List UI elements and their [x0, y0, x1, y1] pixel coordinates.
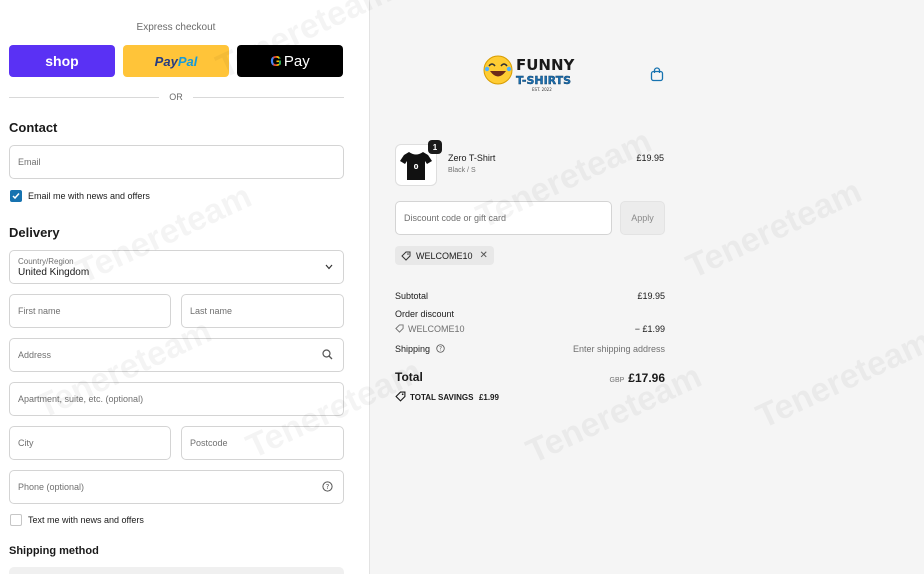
logo-est: EST. 2022: [532, 87, 552, 92]
subtotal-label: Subtotal: [395, 291, 429, 301]
savings-label: TOTAL SAVINGS: [410, 393, 474, 402]
address-field[interactable]: Address: [9, 338, 344, 372]
text-news-label: Text me with news and offers: [28, 515, 144, 525]
shipping-label: Shipping: [395, 344, 431, 354]
shipping-method-box: [9, 567, 344, 574]
first-name-field[interactable]: First name: [9, 294, 171, 328]
tag-icon: [401, 251, 411, 261]
total-currency: GBP: [609, 377, 625, 384]
divider-line-left: [9, 97, 159, 98]
phone-field[interactable]: Phone (optional) ?: [9, 470, 344, 504]
text-news-checkbox[interactable]: [10, 514, 22, 526]
apartment-field[interactable]: Apartment, suite, etc. (optional): [9, 382, 344, 416]
shipping-row: Shipping ? Enter shipping address: [395, 344, 665, 354]
tshirt-print: 0: [414, 163, 419, 171]
quantity-badge: 1: [428, 140, 442, 154]
discount-placeholder: Discount code or gift card: [404, 213, 507, 223]
city-field[interactable]: City: [9, 426, 171, 460]
discount-code-row: WELCOME10 − £1.99: [395, 324, 665, 334]
email-placeholder: Email: [18, 157, 41, 167]
or-label: OR: [169, 92, 183, 102]
shopping-bag-icon[interactable]: [650, 67, 664, 82]
subtotal-row: Subtotal £19.95: [395, 291, 665, 301]
discount-value: − £1.99: [634, 324, 665, 334]
remove-code-icon[interactable]: ✕: [480, 250, 488, 261]
checkmark-icon: [12, 193, 20, 200]
applied-code-label: WELCOME10: [416, 250, 473, 261]
or-divider: OR: [9, 92, 344, 104]
shipping-value: Enter shipping address: [572, 344, 665, 354]
logo-line2: T-SHIRTS: [516, 74, 571, 87]
product-price: £19.95: [636, 153, 664, 163]
product-variant: Black / S: [448, 167, 476, 174]
postcode-placeholder: Postcode: [190, 438, 228, 448]
svg-text:?: ?: [439, 347, 442, 353]
logo-line1: FUNNY: [516, 56, 576, 74]
express-checkout-title: Express checkout: [136, 22, 216, 33]
phone-placeholder: Phone (optional): [18, 482, 85, 492]
country-select[interactable]: Country/Region United Kingdom: [9, 250, 344, 284]
apartment-placeholder: Apartment, suite, etc. (optional): [18, 394, 144, 404]
search-icon: [322, 349, 333, 360]
total-row: Total GBP £17.96: [395, 370, 665, 386]
last-name-field[interactable]: Last name: [181, 294, 344, 328]
paypal-button[interactable]: Pay Pal: [123, 45, 229, 77]
shop-pay-button[interactable]: shop: [9, 45, 115, 77]
email-news-label: Email me with news and offers: [28, 191, 150, 201]
total-label: Total: [395, 370, 423, 384]
help-circle-icon[interactable]: ?: [435, 344, 445, 353]
email-field[interactable]: Email: [9, 145, 344, 179]
google-pay-button[interactable]: G Pay: [237, 45, 343, 77]
city-placeholder: City: [18, 438, 34, 448]
paypal-label-part1: Pay: [154, 53, 178, 69]
first-name-placeholder: First name: [18, 306, 61, 316]
help-circle-icon[interactable]: ?: [322, 481, 333, 492]
country-label: Country/Region: [18, 256, 74, 266]
contact-heading: Contact: [9, 120, 58, 135]
delivery-heading: Delivery: [9, 225, 60, 240]
google-g-icon: G: [270, 52, 282, 70]
shop-pay-label: shop: [45, 53, 79, 69]
checkout-form-panel: Express checkout shop Pay Pal G Pay OR Co…: [0, 0, 370, 574]
email-news-checkbox-row[interactable]: Email me with news and offers: [10, 190, 150, 202]
google-pay-label: Pay: [283, 52, 310, 70]
svg-text:?: ?: [326, 483, 330, 491]
order-discount-label: Order discount: [395, 309, 455, 319]
apply-label: Apply: [631, 213, 654, 223]
tag-icon: [395, 391, 406, 402]
shipping-method-heading: Shipping method: [9, 545, 99, 557]
savings-value: £1.99: [478, 393, 499, 402]
apply-discount-button[interactable]: Apply: [620, 201, 665, 235]
country-value: United Kingdom: [18, 266, 90, 278]
divider-line-right: [193, 97, 344, 98]
order-summary-panel: FUNNY T-SHIRTS EST. 2022 0 1 Zero T-Shir…: [370, 0, 924, 574]
text-news-checkbox-row[interactable]: Text me with news and offers: [10, 514, 144, 526]
email-news-checkbox[interactable]: [10, 190, 22, 202]
applied-code-chip: WELCOME10 ✕: [395, 246, 494, 265]
last-name-placeholder: Last name: [190, 306, 233, 316]
total-value: £17.96: [628, 371, 665, 385]
funny-tshirts-logo[interactable]: FUNNY T-SHIRTS EST. 2022: [482, 54, 580, 94]
address-placeholder: Address: [18, 350, 52, 360]
discount-code-input[interactable]: Discount code or gift card: [395, 201, 612, 235]
product-name: Zero T-Shirt: [448, 153, 496, 163]
tag-icon: [395, 324, 404, 333]
discount-code-label: WELCOME10: [408, 324, 465, 334]
order-discount-row: Order discount: [395, 309, 665, 319]
subtotal-value: £19.95: [637, 291, 665, 301]
paypal-label-part2: Pal: [177, 53, 198, 69]
postcode-field[interactable]: Postcode: [181, 426, 344, 460]
chevron-down-icon: [325, 264, 333, 270]
total-savings-row: TOTAL SAVINGS £1.99: [395, 391, 665, 402]
